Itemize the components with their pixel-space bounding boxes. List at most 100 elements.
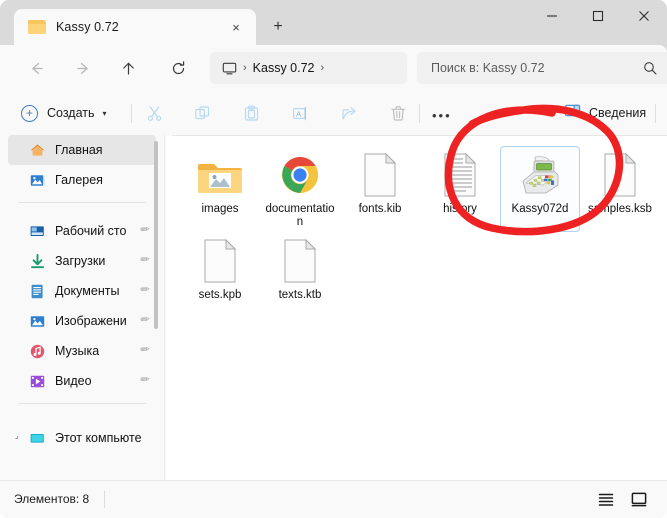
folder-icon (28, 19, 46, 35)
sidebar-item-downloads[interactable]: Загрузки ✐ (8, 246, 156, 276)
file-name: history (443, 203, 477, 215)
sidebar-item-this-pc[interactable]: › Этот компьюте (8, 423, 156, 453)
video-icon (28, 372, 46, 390)
title-bar: Kassy 0.72 × + (0, 0, 667, 45)
forward-button[interactable] (69, 54, 97, 82)
toolbar-divider-3 (655, 104, 656, 123)
sidebar-item-video[interactable]: Видео ✐ (8, 366, 156, 396)
file-item-sets-kpb[interactable]: sets.kpb (180, 232, 260, 318)
music-icon (28, 342, 46, 360)
home-icon (28, 141, 46, 159)
refresh-button[interactable] (164, 54, 192, 82)
sidebar-item-music[interactable]: Музыка ✐ (8, 336, 156, 366)
file-item-images[interactable]: images (180, 146, 260, 232)
chevron-down-icon[interactable]: ▾ (103, 109, 107, 118)
sidebar-divider (19, 202, 146, 203)
file-name: Kassy072d (511, 203, 569, 215)
copy-icon[interactable] (189, 101, 215, 125)
sidebar-divider (19, 403, 146, 404)
blank-document-icon (596, 153, 644, 197)
pane-divider[interactable] (164, 135, 165, 480)
toolbar-divider-2 (419, 104, 420, 123)
file-name: texts.ktb (278, 289, 322, 301)
breadcrumb-separator-2[interactable]: › (321, 62, 325, 74)
monitor-icon[interactable] (222, 61, 237, 76)
share-icon[interactable] (336, 101, 362, 125)
pin-icon[interactable]: ✐ (136, 373, 151, 388)
search-icon[interactable] (643, 61, 657, 80)
sidebar-item-gallery[interactable]: Галерея (8, 165, 156, 195)
minimize-button[interactable] (529, 0, 575, 31)
file-item-history[interactable]: history (420, 146, 500, 232)
file-explorer-window: Kassy 0.72 × + › Kassy 0.72 › Поиск в: K… (0, 0, 667, 518)
blank-document-icon (276, 239, 324, 283)
explorer-panel: › Kassy 0.72 › Поиск в: Kassy 0.72 + Соз… (0, 45, 667, 518)
file-list-view[interactable]: images documentation fonts.kib history K… (166, 136, 667, 480)
pin-icon[interactable]: ✐ (136, 223, 151, 238)
address-bar[interactable]: › Kassy 0.72 › (210, 52, 407, 84)
pictures-icon (28, 312, 46, 330)
maximize-button[interactable] (575, 0, 621, 31)
up-button[interactable] (114, 54, 142, 82)
toolbar-divider-1 (131, 104, 132, 123)
overflow-menu-button[interactable]: ••• (432, 109, 452, 122)
sidebar-item-label: Изображени (55, 314, 127, 328)
svg-text:A: A (296, 109, 301, 118)
chevron-right-icon[interactable]: › (13, 433, 21, 441)
pin-icon[interactable]: ✐ (136, 343, 151, 358)
cash-register-icon (516, 153, 564, 197)
desktop-icon (28, 222, 46, 240)
item-count-label: Элементов: 8 (14, 492, 90, 506)
file-item-fonts-kib[interactable]: fonts.kib (340, 146, 420, 232)
pin-icon[interactable]: ✐ (136, 253, 151, 268)
cut-icon[interactable] (141, 101, 167, 125)
search-box[interactable]: Поиск в: Kassy 0.72 (417, 52, 667, 84)
command-bar: + Создать ▾ A ••• Сведения (0, 91, 667, 135)
sidebar-item-label: Главная (55, 143, 103, 157)
text-document-icon (436, 153, 484, 197)
sidebar-item-home[interactable]: Главная (8, 135, 156, 165)
file-item-kassy072d[interactable]: Kassy072d (500, 146, 580, 232)
sidebar-item-label: Галерея (55, 173, 103, 187)
plus-icon: + (21, 104, 38, 122)
file-name: documentation (265, 203, 335, 228)
sidebar-item-label: Видео (55, 374, 92, 388)
details-pane-icon (564, 102, 581, 124)
close-window-button[interactable] (621, 0, 667, 31)
sidebar-item-documents[interactable]: Документы ✐ (8, 276, 156, 306)
sidebar-scrollbar-thumb[interactable] (154, 141, 158, 329)
file-grid: images documentation fonts.kib history K… (166, 136, 667, 318)
tab-kassy-072[interactable]: Kassy 0.72 × (14, 9, 256, 45)
chrome-html-icon (276, 153, 324, 197)
file-item-documentation[interactable]: documentation (260, 146, 340, 232)
search-placeholder: Поиск в: Kassy 0.72 (431, 61, 545, 75)
sidebar-item-desktop[interactable]: Рабочий сто ✐ (8, 216, 156, 246)
file-item-texts-ktb[interactable]: texts.ktb (260, 232, 340, 318)
tab-label: Kassy 0.72 (56, 20, 119, 34)
file-name: images (201, 203, 239, 215)
status-bar: Элементов: 8 (0, 480, 667, 518)
breadcrumb-separator-1: › (243, 61, 247, 74)
close-tab-icon[interactable]: × (226, 17, 246, 37)
navigation-pane[interactable]: Главная Галерея Рабочий сто ✐ Загрузки ✐… (0, 135, 164, 480)
file-name: fonts.kib (358, 203, 402, 215)
paste-icon[interactable] (238, 101, 264, 125)
folder-images-icon (196, 153, 244, 197)
trash-icon[interactable] (385, 101, 411, 125)
details-button[interactable]: Сведения (564, 102, 646, 124)
pin-icon[interactable]: ✐ (136, 313, 151, 328)
file-item-samples-ksb[interactable]: samples.ksb (580, 146, 660, 232)
large-icons-view-icon[interactable] (629, 489, 649, 509)
sidebar-item-pictures[interactable]: Изображени ✐ (8, 306, 156, 336)
new-button[interactable]: + Создать ▾ (21, 99, 107, 127)
list-view-icon[interactable] (596, 489, 616, 509)
pin-icon[interactable]: ✐ (136, 283, 151, 298)
rename-icon[interactable]: A (287, 101, 313, 125)
downloads-icon (28, 252, 46, 270)
gallery-icon (28, 171, 46, 189)
navigation-bar: › Kassy 0.72 › Поиск в: Kassy 0.72 (0, 45, 667, 91)
new-tab-button[interactable]: + (266, 15, 290, 39)
sidebar-scrollbar-track[interactable] (154, 137, 161, 478)
breadcrumb-kassy[interactable]: Kassy 0.72 (253, 61, 315, 75)
back-button[interactable] (22, 54, 50, 82)
